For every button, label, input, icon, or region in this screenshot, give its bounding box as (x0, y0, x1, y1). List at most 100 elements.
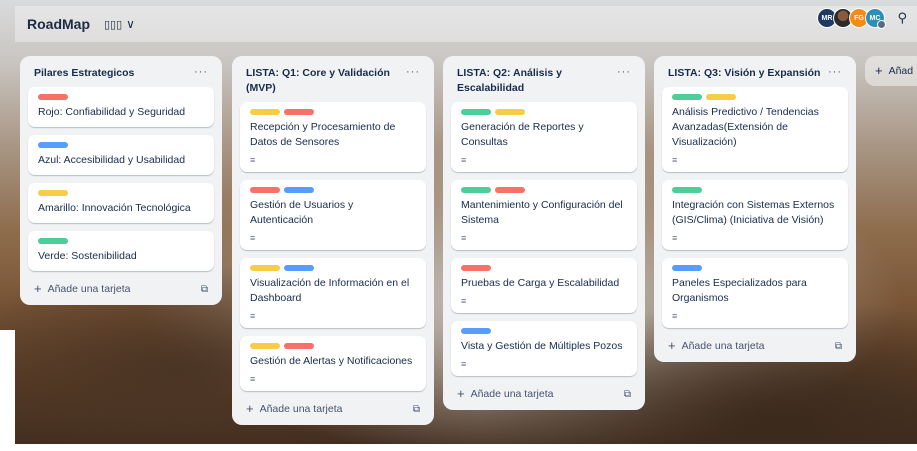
label-green[interactable] (672, 94, 702, 100)
label-red[interactable] (250, 187, 280, 193)
card-title: Vista y Gestión de Múltiples Pozos (461, 340, 623, 352)
card[interactable]: Gestión de Usuarios y Autenticación ≡ (240, 180, 426, 250)
card-labels (250, 187, 416, 193)
card-title: Gestión de Alertas y Notificaciones (250, 355, 413, 367)
label-green[interactable] (38, 238, 68, 244)
list-title[interactable]: LISTA: Q3: Visión y Expansión (668, 66, 820, 81)
label-yellow[interactable] (38, 190, 68, 196)
list-column: LISTA: Q3: Visión y Expansión ··· Análisis… (654, 56, 856, 362)
card-title: Recepción y Procesamiento de Datos de Se… (250, 121, 396, 148)
card-labels (38, 94, 204, 100)
label-yellow[interactable] (250, 265, 280, 271)
plus-icon: + (668, 338, 676, 353)
plus-icon: + (34, 281, 42, 296)
description-icon: ≡ (250, 155, 256, 165)
list-column: Pilares Estrategicos ··· Rojo: Confiabilid… (20, 56, 222, 305)
board-title[interactable]: RoadMap (27, 16, 90, 32)
description-icon: ≡ (672, 311, 678, 321)
label-blue[interactable] (284, 265, 314, 271)
label-blue[interactable] (461, 328, 491, 334)
description-icon: ≡ (461, 233, 467, 243)
label-red[interactable] (461, 265, 491, 271)
description-icon: ≡ (250, 374, 256, 384)
more-options-icon[interactable]: ··· (406, 66, 420, 78)
label-yellow[interactable] (706, 94, 736, 100)
card-title: Azul: Accesibilidad y Usabilidad (38, 154, 186, 166)
board-view-icon[interactable]: ▯▯▯ (104, 18, 122, 31)
card[interactable]: Pruebas de Carga y Escalabilidad ≡ (451, 258, 637, 313)
add-card-button[interactable]: + Añade una tarjeta (668, 338, 765, 353)
description-icon: ≡ (672, 155, 678, 165)
card-labels (672, 265, 838, 271)
label-green[interactable] (672, 187, 702, 193)
pin-icon[interactable]: ⚲ (897, 10, 907, 26)
more-options-icon[interactable]: ··· (828, 66, 842, 78)
list-column: LISTA: Q1: Core y Validación (MVP) ··· Rec… (232, 56, 434, 425)
card-title: Visualización de Información en el Dashb… (250, 277, 410, 304)
card[interactable]: Vista y Gestión de Múltiples Pozos ≡ (451, 321, 637, 376)
label-red[interactable] (284, 109, 314, 115)
add-card-button[interactable]: + Añade una tarjeta (34, 281, 131, 296)
create-from-template-icon[interactable]: ⧉ (413, 404, 420, 415)
card-title: Paneles Especializados para Organismos (672, 277, 807, 304)
more-options-icon[interactable]: ··· (617, 66, 631, 78)
list-header: Pilares Estrategicos ··· (28, 64, 214, 87)
card-title: Verde: Sostenibilidad (38, 250, 137, 262)
card-labels (38, 142, 204, 148)
card[interactable]: Verde: Sostenibilidad (28, 231, 214, 271)
card-labels (461, 187, 627, 193)
card[interactable]: Generación de Reportes y Consultas ≡ (451, 102, 637, 172)
plus-icon: + (875, 63, 883, 78)
label-yellow[interactable] (495, 109, 525, 115)
label-red[interactable] (495, 187, 525, 193)
label-yellow[interactable] (250, 343, 280, 349)
card-title: Generación de Reportes y Consultas (461, 121, 584, 148)
add-card-label: Añade una tarjeta (681, 340, 765, 352)
card-labels (38, 238, 204, 244)
card-labels (461, 109, 627, 115)
add-card-row: + Añade una tarjeta ⧉ (28, 279, 214, 297)
card-labels (38, 190, 204, 196)
label-red[interactable] (284, 343, 314, 349)
card[interactable]: Análisis Predictivo / Tendencias Avanzad… (662, 87, 848, 172)
description-icon: ≡ (672, 233, 678, 243)
add-list-button[interactable]: + Añad (865, 56, 917, 86)
add-card-button[interactable]: + Añade una tarjeta (246, 402, 343, 415)
card-labels (250, 265, 416, 271)
add-card-row: + Añade una tarjeta ⧉ (662, 336, 848, 354)
list-header: LISTA: Q2: Análisis y Escalabilidad ··· (451, 64, 637, 102)
add-list-label: Añad (888, 65, 914, 77)
create-from-template-icon[interactable]: ⧉ (835, 341, 842, 352)
description-icon: ≡ (461, 359, 467, 369)
card[interactable]: Rojo: Confiabilidad y Seguridad (28, 87, 214, 127)
create-from-template-icon[interactable]: ⧉ (624, 389, 631, 400)
label-blue[interactable] (38, 142, 68, 148)
chevron-down-icon[interactable]: ∨ (126, 17, 135, 31)
plus-icon: + (457, 386, 465, 401)
card[interactable]: Amarillo: Innovación Tecnológica (28, 183, 214, 223)
label-green[interactable] (461, 187, 491, 193)
list-title[interactable]: LISTA: Q1: Core y Validación (MVP) (246, 66, 406, 96)
card[interactable]: Gestión de Alertas y Notificaciones ≡ (240, 336, 426, 391)
add-card-button[interactable]: + Añade una tarjeta (457, 386, 554, 401)
create-from-template-icon[interactable]: ⧉ (201, 284, 208, 295)
mc-avatar[interactable]: MC (865, 8, 886, 29)
list-title[interactable]: Pilares Estrategicos (34, 66, 134, 81)
label-blue[interactable] (284, 187, 314, 193)
card[interactable]: Azul: Accesibilidad y Usabilidad (28, 135, 214, 175)
list-header: LISTA: Q3: Visión y Expansión ··· (662, 64, 848, 87)
card[interactable]: Visualización de Información en el Dashb… (240, 258, 426, 328)
card[interactable]: Paneles Especializados para Organismos ≡ (662, 258, 848, 328)
card[interactable]: Mantenimiento y Configuración del Sistem… (451, 180, 637, 250)
label-red[interactable] (38, 94, 68, 100)
card-title: Amarillo: Innovación Tecnológica (38, 202, 191, 214)
label-green[interactable] (461, 109, 491, 115)
more-options-icon[interactable]: ··· (194, 66, 208, 78)
list-title[interactable]: LISTA: Q2: Análisis y Escalabilidad (457, 66, 617, 96)
card[interactable]: Recepción y Procesamiento de Datos de Se… (240, 102, 426, 172)
card-title: Mantenimiento y Configuración del Sistem… (461, 199, 623, 226)
card[interactable]: Integración con Sistemas Externos (GIS/C… (662, 180, 848, 250)
label-blue[interactable] (672, 265, 702, 271)
label-yellow[interactable] (250, 109, 280, 115)
description-icon: ≡ (250, 311, 256, 321)
